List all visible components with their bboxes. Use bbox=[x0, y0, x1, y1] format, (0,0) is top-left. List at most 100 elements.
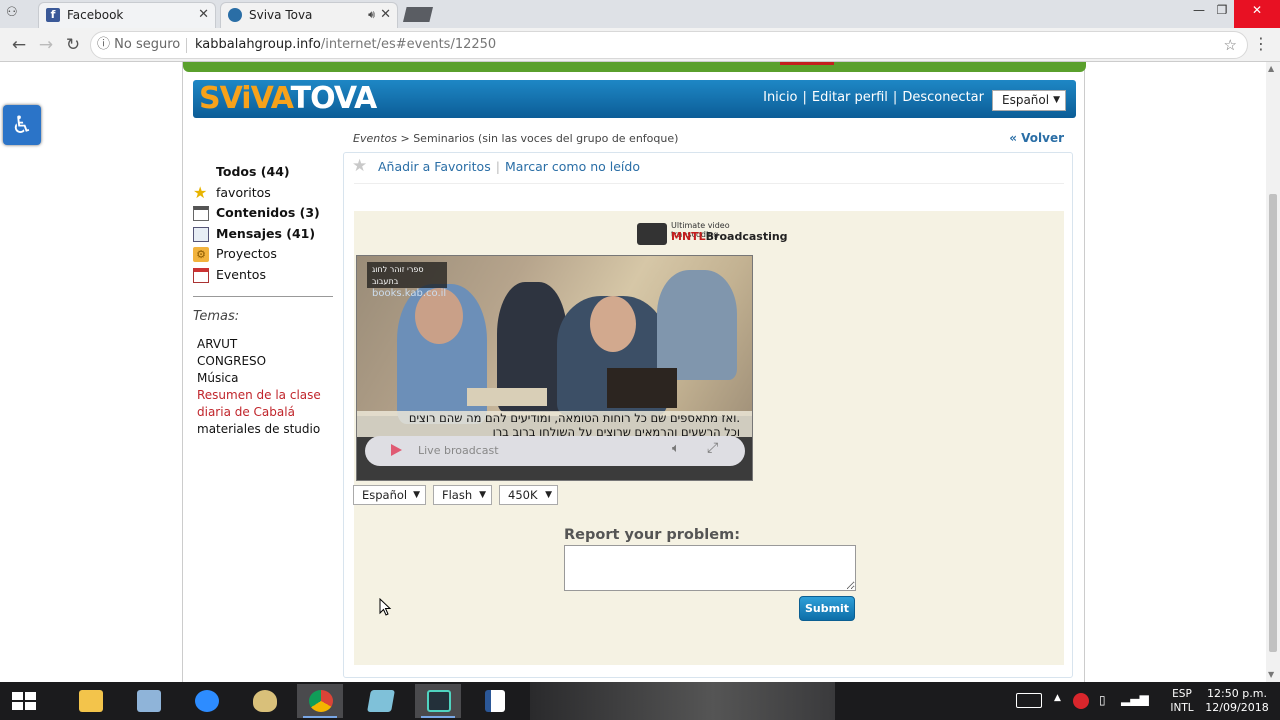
stream-bitrate-select[interactable]: 450K ▼ bbox=[499, 485, 558, 505]
sidebar-item-todos[interactable]: Todos (44) bbox=[193, 162, 333, 183]
audio-icon[interactable]: 🔊︎ bbox=[368, 3, 375, 27]
sidebar-item-favoritos[interactable]: ★ favoritos bbox=[193, 183, 333, 204]
tema-resumen-line1[interactable]: Resumen de la clase bbox=[193, 387, 333, 404]
active-indicator bbox=[421, 716, 455, 718]
sidebar-item-eventos[interactable]: Eventos bbox=[193, 265, 333, 286]
accessibility-icon[interactable]: ♿︎ bbox=[3, 105, 41, 145]
keyboard-icon[interactable] bbox=[1016, 693, 1042, 708]
breadcrumb-root[interactable]: Eventos bbox=[353, 132, 397, 145]
profile-icon[interactable]: ⚇ bbox=[6, 5, 24, 21]
sidebar-item-contenidos[interactable]: Contenidos (3) bbox=[193, 203, 333, 224]
submit-button[interactable]: Submit bbox=[799, 596, 855, 621]
language-select[interactable]: Español ▼ bbox=[992, 90, 1066, 111]
reload-button[interactable]: ↻ bbox=[62, 34, 84, 56]
scroll-down-arrow[interactable]: ▼ bbox=[1268, 670, 1274, 679]
sidebar-item-mensajes[interactable]: Mensajes (41) bbox=[193, 224, 333, 245]
antivirus-icon[interactable] bbox=[1073, 693, 1089, 709]
calculator-icon[interactable] bbox=[125, 684, 171, 718]
speaker-icon[interactable]: 🔈︎ bbox=[1144, 692, 1152, 707]
star-icon: ★ bbox=[193, 182, 208, 202]
bookmark-star-icon[interactable]: ☆ bbox=[1224, 32, 1237, 58]
mouse-cursor-icon bbox=[379, 598, 392, 616]
input-language-indicator[interactable]: ESP INTL bbox=[1166, 687, 1198, 715]
temas-heading: Temas: bbox=[193, 308, 240, 324]
document-icon[interactable] bbox=[473, 684, 519, 718]
brand-name: MNTLBroadcasting bbox=[671, 230, 788, 243]
new-tab-button[interactable] bbox=[403, 7, 433, 22]
chevron-down-icon: ▼ bbox=[479, 490, 486, 500]
scrollbar-thumb[interactable] bbox=[1269, 194, 1277, 652]
app-glyph bbox=[427, 690, 451, 712]
paint-icon[interactable] bbox=[241, 684, 287, 718]
file-explorer-icon[interactable] bbox=[67, 684, 113, 718]
chevron-down-icon: ▼ bbox=[545, 490, 552, 500]
stream-language-select[interactable]: Español ▼ bbox=[353, 485, 426, 505]
gear-icon: ⚙ bbox=[193, 247, 209, 263]
network-icon[interactable]: ▯ bbox=[1099, 693, 1106, 707]
chrome-icon[interactable] bbox=[297, 684, 343, 718]
sidebar-divider bbox=[193, 295, 333, 297]
add-favorite-link[interactable]: Añadir a Favoritos bbox=[378, 159, 491, 174]
browser-tabstrip: ⚇ f Facebook ✕ Sviva Tova 🔊︎ ✕ — ❐ ✕ bbox=[0, 0, 1280, 28]
tab-facebook[interactable]: f Facebook ✕ bbox=[38, 2, 216, 28]
top-green-bar bbox=[183, 62, 1086, 72]
info-icon: ⓘ bbox=[97, 37, 111, 52]
maximize-button[interactable]: ❐ bbox=[1207, 0, 1237, 28]
sidebar-item-proyectos[interactable]: ⚙ Proyectos bbox=[193, 244, 333, 265]
sidebar-item-label: Contenidos (3) bbox=[216, 205, 320, 221]
top-nav: Inicio | Editar perfil | Desconectar bbox=[763, 90, 984, 105]
address-bar[interactable]: ⓘ No seguro kabbalahgroup.info/internet/… bbox=[90, 31, 1248, 59]
app-glyph bbox=[485, 690, 505, 712]
scroll-up-arrow[interactable]: ▲ bbox=[1268, 64, 1274, 73]
active-indicator bbox=[303, 716, 337, 718]
back-button[interactable]: ← bbox=[8, 34, 30, 56]
chevron-up-icon[interactable]: ▲ bbox=[1054, 693, 1061, 703]
tab-sviva-tova[interactable]: Sviva Tova 🔊︎ ✕ bbox=[220, 2, 398, 28]
close-icon[interactable]: ✕ bbox=[380, 3, 391, 27]
mark-unread-link[interactable]: Marcar como no leído bbox=[505, 159, 640, 174]
star-outline-icon[interactable]: ★ bbox=[352, 156, 367, 176]
nav-desconectar[interactable]: Desconectar bbox=[902, 90, 984, 105]
back-link[interactable]: « Volver bbox=[1009, 131, 1064, 145]
close-icon[interactable]: ✕ bbox=[198, 3, 209, 27]
tema-materiales[interactable]: materiales de studio bbox=[193, 421, 333, 438]
page-container: SViVATOVA Inicio | Editar perfil | Desconect… bbox=[182, 62, 1086, 682]
lang-line2: INTL bbox=[1170, 702, 1194, 714]
system-clock[interactable]: 12:50 p.m. 12/09/2018 bbox=[1202, 687, 1272, 715]
app-glyph bbox=[79, 690, 103, 712]
windows-logo-part bbox=[25, 702, 36, 710]
tema-congreso[interactable]: CONGRESO bbox=[193, 353, 333, 370]
report-textarea[interactable] bbox=[564, 545, 856, 591]
tema-resumen-line2[interactable]: diaria de Cabalá bbox=[193, 404, 333, 421]
clock-time: 12:50 p.m. bbox=[1207, 687, 1267, 700]
taskbar-thumbnail bbox=[530, 682, 835, 720]
tema-musica[interactable]: Música bbox=[193, 370, 333, 387]
forward-button[interactable]: → bbox=[35, 34, 57, 56]
video-book bbox=[607, 368, 677, 408]
player-panel: Ultimate video transcoding MNTLBroadcast… bbox=[353, 211, 1064, 665]
nav-inicio[interactable]: Inicio bbox=[763, 90, 797, 105]
security-indicator[interactable]: ⓘ No seguro bbox=[97, 32, 180, 58]
nav-editar-perfil[interactable]: Editar perfil bbox=[812, 90, 888, 105]
filmora-icon[interactable] bbox=[415, 684, 461, 718]
sidebar-item-label: Mensajes (41) bbox=[216, 225, 316, 241]
logo-part1: SViVA bbox=[199, 81, 292, 116]
fullscreen-icon[interactable]: ⤢ bbox=[707, 440, 718, 456]
app-glyph bbox=[367, 690, 395, 712]
site-logo[interactable]: SViVATOVA bbox=[199, 81, 377, 116]
notes-icon[interactable] bbox=[357, 684, 403, 718]
tema-arvut[interactable]: ARVUT bbox=[193, 336, 333, 353]
start-button[interactable] bbox=[12, 692, 36, 710]
divider bbox=[354, 183, 1064, 184]
zoom-icon[interactable] bbox=[183, 684, 229, 718]
browser-menu-icon[interactable]: ⋮ bbox=[1253, 34, 1269, 53]
event-content: ★ Añadir a Favoritos | Marcar como no leíd… bbox=[343, 152, 1073, 678]
volume-icon[interactable]: 🔈︎ bbox=[672, 441, 680, 456]
tab-title: Facebook bbox=[67, 8, 124, 22]
page-scrollbar[interactable]: ▲ ▼ bbox=[1266, 62, 1280, 682]
play-icon[interactable] bbox=[391, 444, 402, 456]
video-player[interactable]: ספרי זוהר לחוג בתעבוב books.kab.co.il ואז… bbox=[356, 255, 753, 481]
close-window-button[interactable]: ✕ bbox=[1234, 0, 1280, 28]
watermark-line1: ספרי זוהר לחוג בתעבוב bbox=[372, 265, 424, 286]
stream-format-select[interactable]: Flash ▼ bbox=[433, 485, 492, 505]
